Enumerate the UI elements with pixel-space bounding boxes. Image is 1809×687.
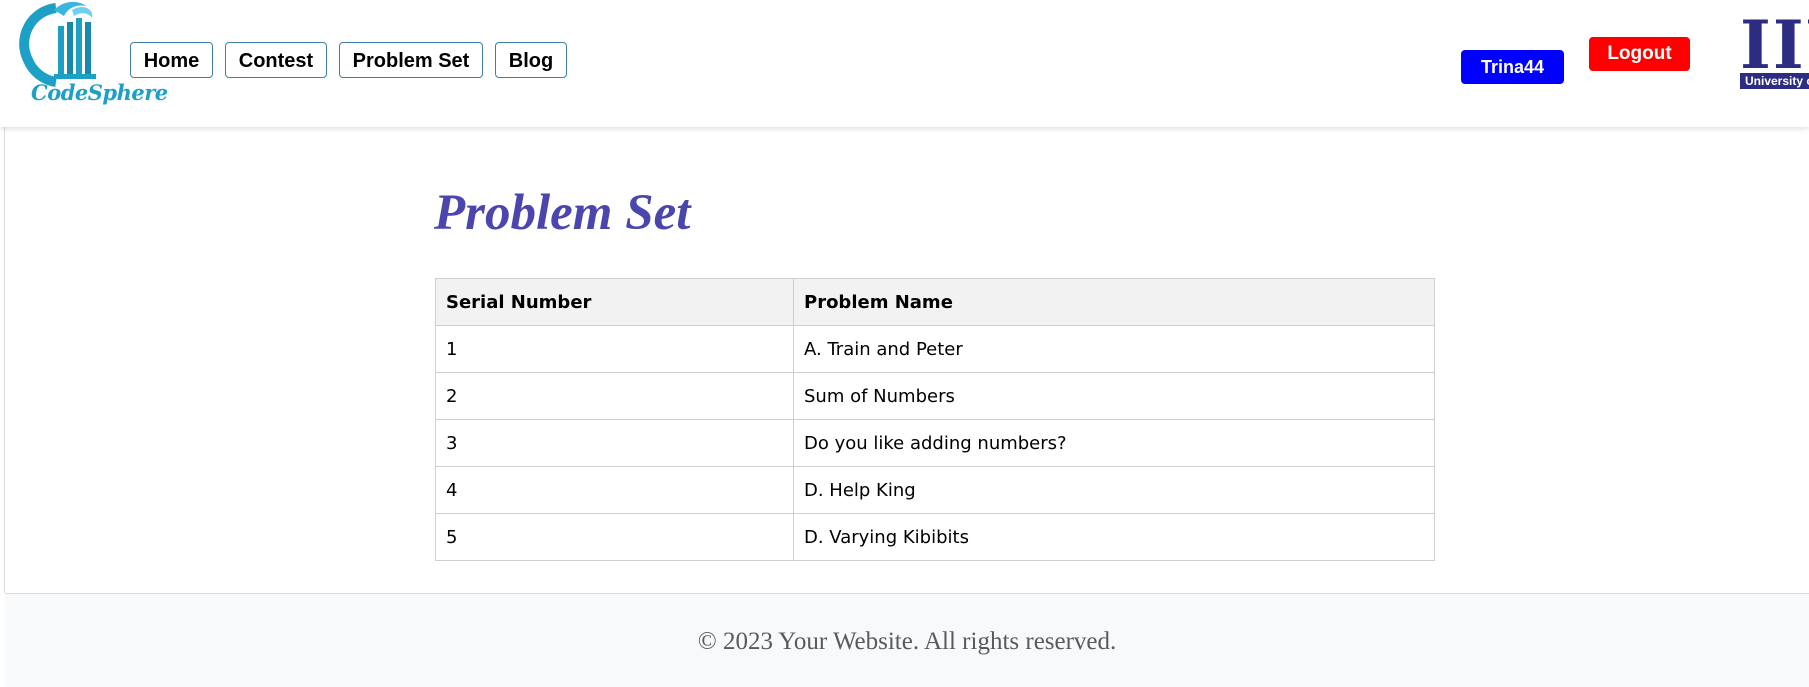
nav-home-button[interactable]: Home	[130, 42, 213, 78]
problem-table: Serial Number Problem Name 1 A. Train an…	[435, 278, 1435, 561]
serial-number-cell: 5	[435, 513, 794, 561]
brand-name: CodeSphere	[31, 80, 168, 105]
nav-contest-button[interactable]: Contest	[225, 42, 327, 78]
table-row[interactable]: 1 A. Train and Peter	[435, 325, 1435, 373]
serial-number-cell: 1	[435, 325, 794, 373]
codesphere-logo[interactable]: CodeSphere	[14, 0, 168, 112]
table-row[interactable]: 4 D. Help King	[435, 466, 1435, 514]
problem-name-cell[interactable]: Do you like adding numbers?	[793, 419, 1435, 467]
column-header-serial: Serial Number	[435, 278, 794, 326]
nav-blog-button[interactable]: Blog	[495, 42, 567, 78]
username-button[interactable]: Trina44	[1461, 50, 1564, 84]
serial-number-cell: 2	[435, 372, 794, 420]
university-logo: IIU University of	[1740, 18, 1809, 90]
footer: © 2023 Your Website. All rights reserved…	[5, 593, 1809, 687]
university-logo-caption: University of	[1740, 73, 1809, 89]
table-row[interactable]: 5 D. Varying Kibibits	[435, 513, 1435, 561]
serial-number-cell: 3	[435, 419, 794, 467]
page-title: Problem Set	[434, 185, 691, 241]
page-divider	[4, 127, 5, 593]
problem-name-cell[interactable]: D. Varying Kibibits	[793, 513, 1435, 561]
column-header-problem-name: Problem Name	[793, 278, 1435, 326]
table-header-row: Serial Number Problem Name	[435, 278, 1435, 326]
table-row[interactable]: 3 Do you like adding numbers?	[435, 419, 1435, 467]
serial-number-cell: 4	[435, 466, 794, 514]
footer-copyright: © 2023 Your Website. All rights reserved…	[697, 628, 1117, 655]
logout-button[interactable]: Logout	[1589, 37, 1690, 71]
problem-name-cell[interactable]: Sum of Numbers	[793, 372, 1435, 420]
top-navbar: CodeSphere Home Contest Problem Set Blog…	[0, 0, 1809, 127]
problem-name-cell[interactable]: D. Help King	[793, 466, 1435, 514]
problem-name-cell[interactable]: A. Train and Peter	[793, 325, 1435, 373]
nav-problem-set-button[interactable]: Problem Set	[339, 42, 483, 78]
table-row[interactable]: 2 Sum of Numbers	[435, 372, 1435, 420]
